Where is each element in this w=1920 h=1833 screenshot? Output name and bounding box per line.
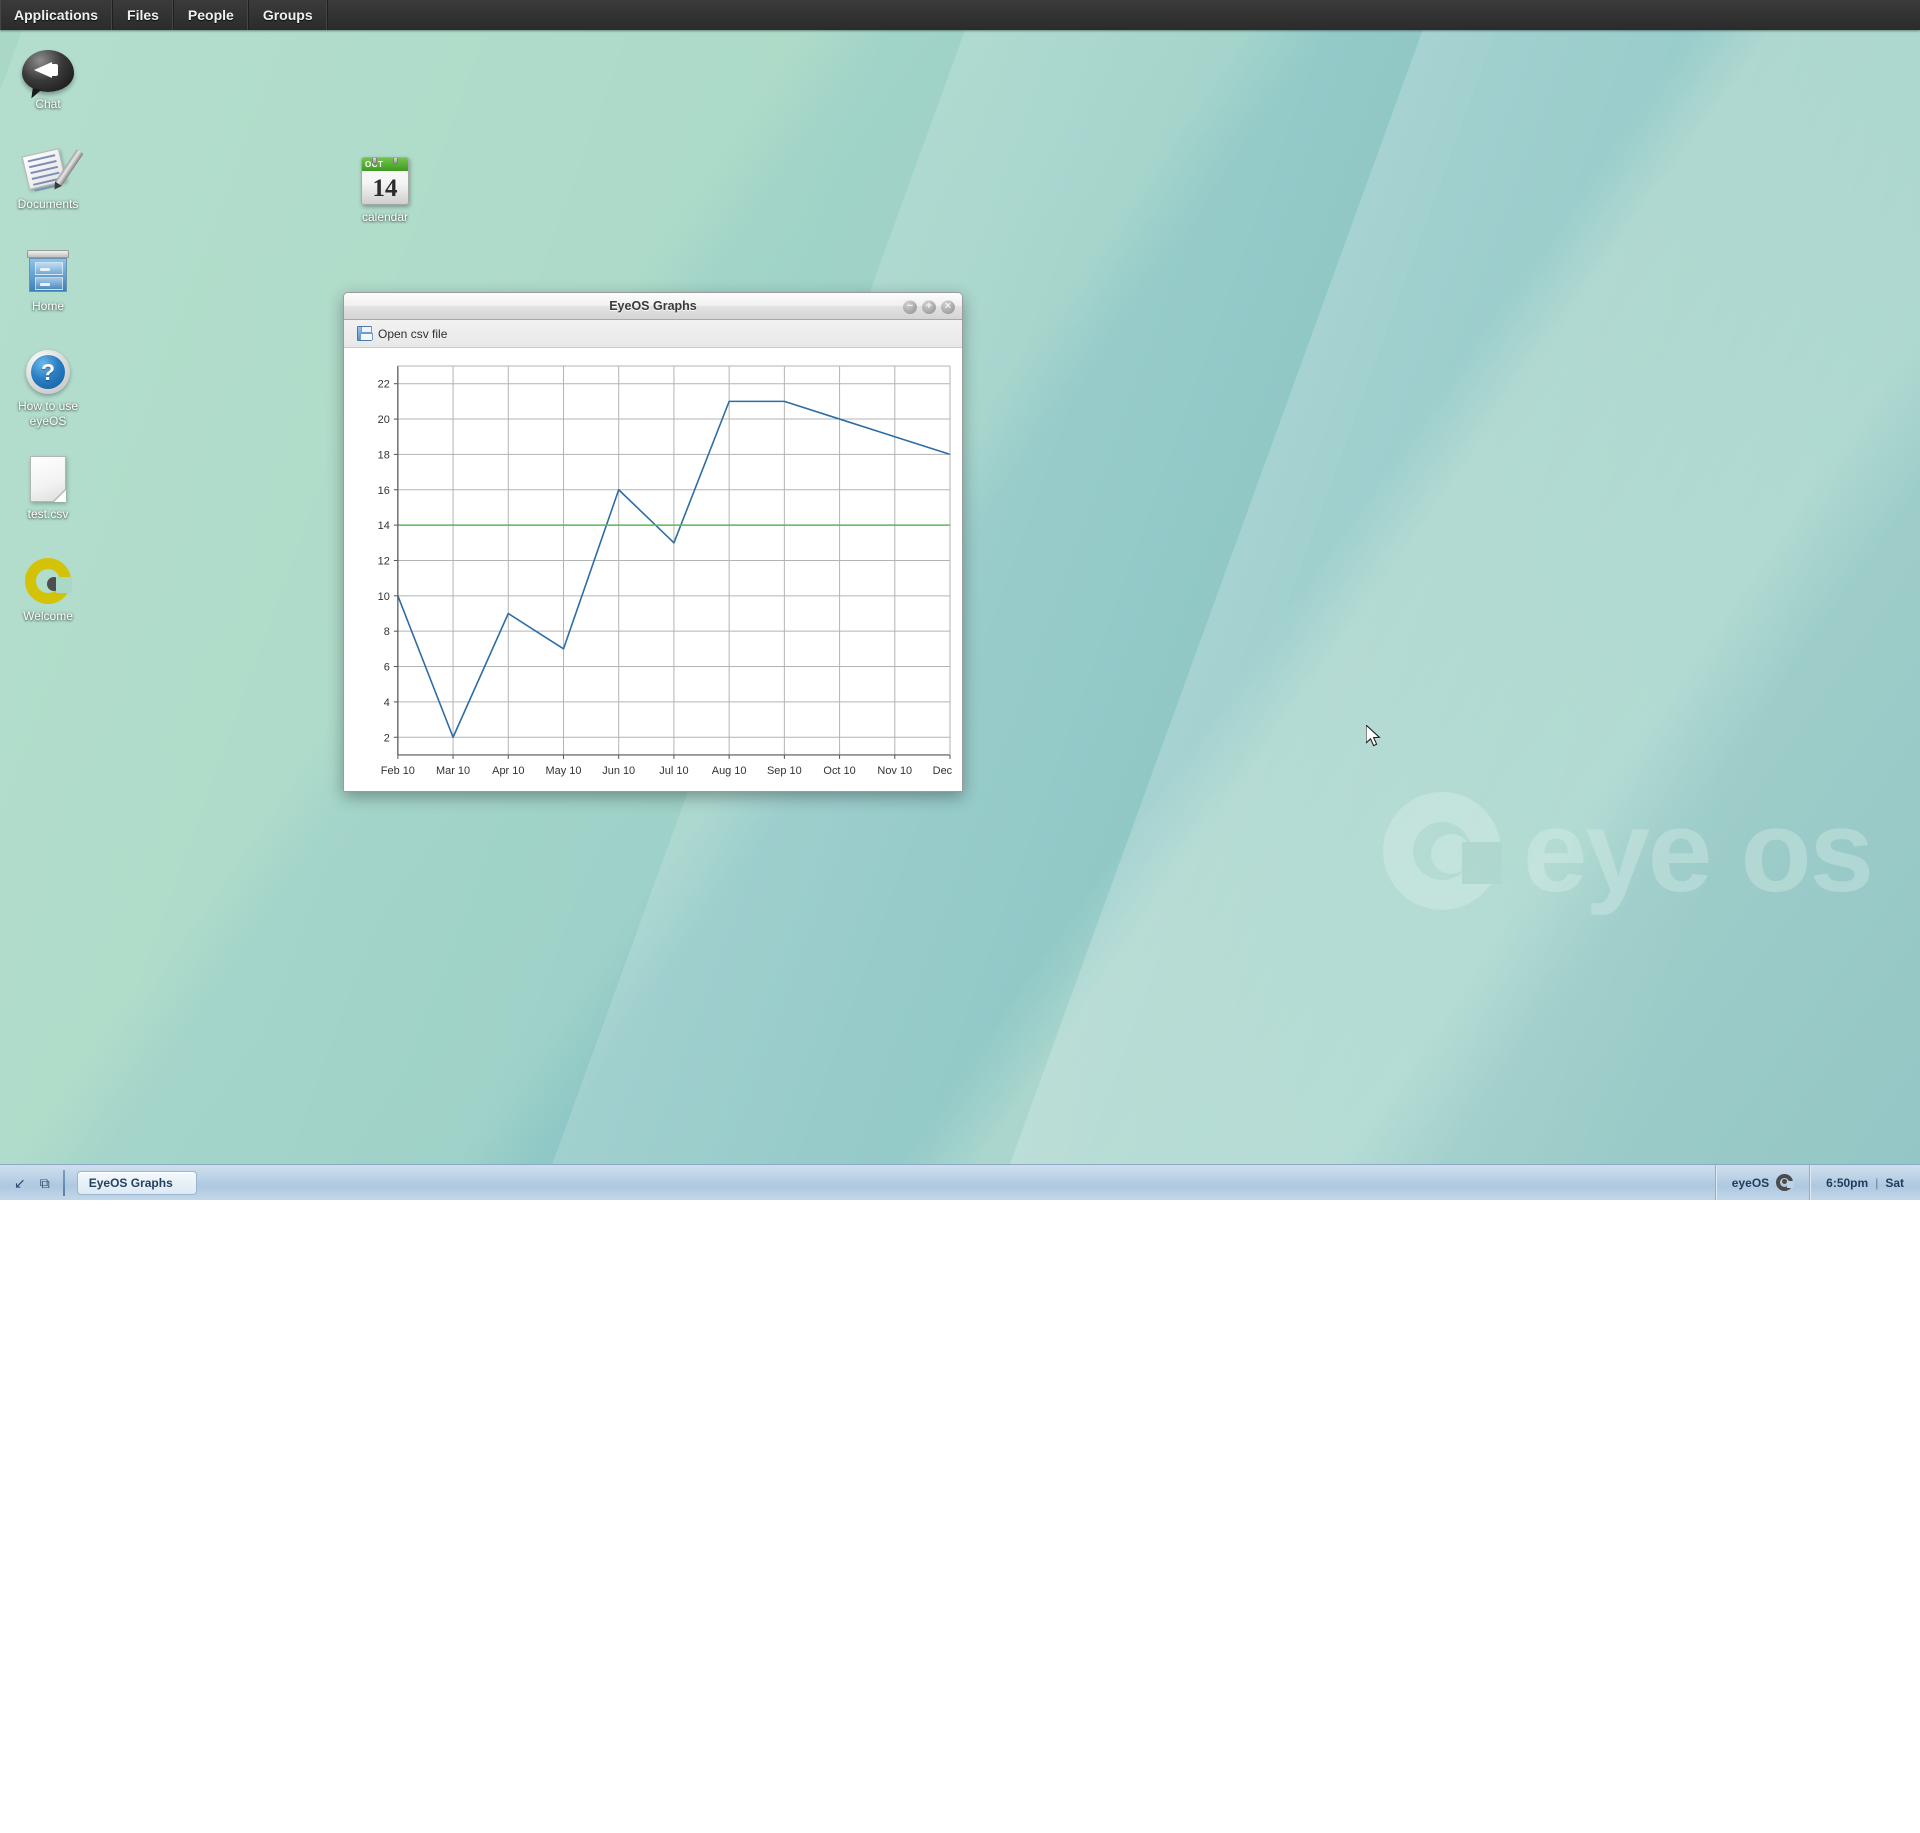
y-tick-label: 8: [384, 626, 390, 638]
desktop-icon-test-csv[interactable]: test.csv: [2, 450, 94, 522]
documents-icon: [2, 140, 94, 192]
x-tick-label: Feb 10: [381, 765, 415, 777]
y-tick-label: 6: [384, 662, 390, 674]
help-question-icon: ?: [2, 342, 94, 394]
eyeos-graphs-window: EyeOS Graphs − + × Open csv file 2 4 6 8 10 1…: [343, 292, 963, 792]
window-title: EyeOS Graphs: [609, 299, 697, 313]
desktop-icon-label: calendar: [339, 210, 431, 225]
calendar-month-label: OCT: [362, 158, 408, 171]
file-cabinet-icon: [2, 242, 94, 294]
minimize-button[interactable]: −: [903, 300, 917, 314]
y-tick-label: 16: [378, 485, 390, 497]
desktop-icon-label: Chat: [2, 97, 94, 112]
taskbar-brand-label: eyeOS: [1732, 1176, 1769, 1190]
desktop-icon-label: test.csv: [2, 507, 94, 522]
open-csv-file-button[interactable]: Open csv file: [353, 324, 451, 343]
menu-files[interactable]: Files: [113, 0, 174, 30]
chart-gridlines: [398, 366, 950, 755]
file-icon: [2, 450, 94, 502]
x-tick-label: Nov 10: [877, 765, 912, 777]
y-tick-label: 2: [384, 732, 390, 744]
x-tick-label: Sep 10: [767, 765, 802, 777]
desktop-icon-label: How to use eyeOS: [2, 399, 94, 429]
taskbar-right-group: eyeOS 6:50pm | Sat: [1715, 1165, 1920, 1200]
save-floppy-icon: [357, 326, 372, 341]
taskbar-clock-separator: |: [1875, 1176, 1878, 1190]
taskbar-brand[interactable]: eyeOS: [1715, 1165, 1809, 1200]
window-titlebar[interactable]: EyeOS Graphs − + ×: [344, 293, 962, 320]
desktop-icon-chat[interactable]: Chat: [2, 40, 94, 112]
taskbar-left-group: ↙ ⧉: [0, 1165, 63, 1200]
x-tick-label: Aug 10: [712, 765, 747, 777]
taskbar-task-eyeos-graphs[interactable]: EyeOS Graphs: [77, 1171, 197, 1195]
x-tick-label: Dec 10: [933, 765, 954, 777]
x-tick-label: Jul 10: [659, 765, 688, 777]
chart-x-axis-labels: Feb 10 Mar 10 Apr 10 May 10 Jun 10 Jul 10 Aug …: [381, 755, 954, 777]
taskbar-day: Sat: [1885, 1176, 1904, 1190]
window-toolbar: Open csv file: [344, 320, 962, 348]
close-button[interactable]: ×: [941, 300, 955, 314]
x-tick-label: Mar 10: [436, 765, 470, 777]
background-sheen: [838, 0, 1920, 1833]
chart-y-axis-labels: 2 4 6 8 10 12 14 16 18 20 22: [378, 379, 398, 745]
line-chart: 2 4 6 8 10 12 14 16 18 20 22 Feb 10 Mar 10 Apr 10 May…: [352, 356, 954, 787]
eyeos-logo-icon: [2, 552, 94, 604]
open-csv-file-label: Open csv file: [378, 327, 447, 341]
desktop-icon-documents[interactable]: Documents: [2, 140, 94, 212]
taskbar-time: 6:50pm: [1826, 1176, 1868, 1190]
desktop-icon-label: Home: [2, 299, 94, 314]
desktop-icon-label: Documents: [2, 197, 94, 212]
x-tick-label: Jun 10: [602, 765, 635, 777]
desktop-icon-how-to-use-eyeos[interactable]: ? How to use eyeOS: [2, 342, 94, 429]
show-desktop-icon[interactable]: ↙: [14, 1176, 26, 1190]
y-tick-label: 12: [378, 555, 390, 567]
chat-bubble-icon: [2, 40, 94, 92]
background-sheen: [375, 0, 1583, 1820]
eyeos-logo-ring-icon: [1383, 792, 1501, 910]
eyeos-logo-icon: [1776, 1174, 1793, 1191]
taskbar: ↙ ⧉ EyeOS Graphs eyeOS 6:50pm | Sat: [0, 1164, 1920, 1200]
y-tick-label: 20: [378, 414, 390, 426]
y-tick-label: 22: [378, 379, 390, 391]
window-list-icon[interactable]: ⧉: [40, 1176, 50, 1190]
maximize-button[interactable]: +: [922, 300, 936, 314]
eyeos-watermark-text: eye os: [1523, 799, 1872, 903]
x-tick-label: Apr 10: [492, 765, 524, 777]
background-sheen: [0, 0, 1254, 1819]
desktop-icon-home[interactable]: Home: [2, 242, 94, 314]
y-tick-label: 10: [378, 591, 390, 603]
x-tick-label: May 10: [546, 765, 582, 777]
desktop-icon-label: Welcome: [2, 609, 94, 624]
eyeos-watermark: eye os: [1383, 792, 1872, 910]
y-tick-label: 4: [384, 697, 390, 709]
menu-applications[interactable]: Applications: [0, 0, 113, 30]
x-tick-label: Oct 10: [823, 765, 855, 777]
top-menu-bar: Applications Files People Groups: [0, 0, 1920, 30]
menu-groups[interactable]: Groups: [249, 0, 328, 30]
menu-people[interactable]: People: [174, 0, 249, 30]
calendar-day-label: 14: [362, 171, 408, 205]
taskbar-divider: [63, 1170, 65, 1196]
taskbar-clock[interactable]: 6:50pm | Sat: [1809, 1165, 1920, 1200]
desktop-icon-welcome[interactable]: Welcome: [2, 552, 94, 624]
desktop-icon-calendar[interactable]: OCT 14 calendar: [339, 153, 431, 225]
y-tick-label: 14: [378, 520, 390, 532]
calendar-icon: OCT 14: [339, 153, 431, 205]
y-tick-label: 18: [378, 449, 390, 461]
chart-canvas: 2 4 6 8 10 12 14 16 18 20 22 Feb 10 Mar 10 Apr 10 May…: [344, 348, 962, 791]
taskbar-task-label: EyeOS Graphs: [89, 1176, 173, 1190]
window-controls: − + ×: [903, 293, 955, 320]
